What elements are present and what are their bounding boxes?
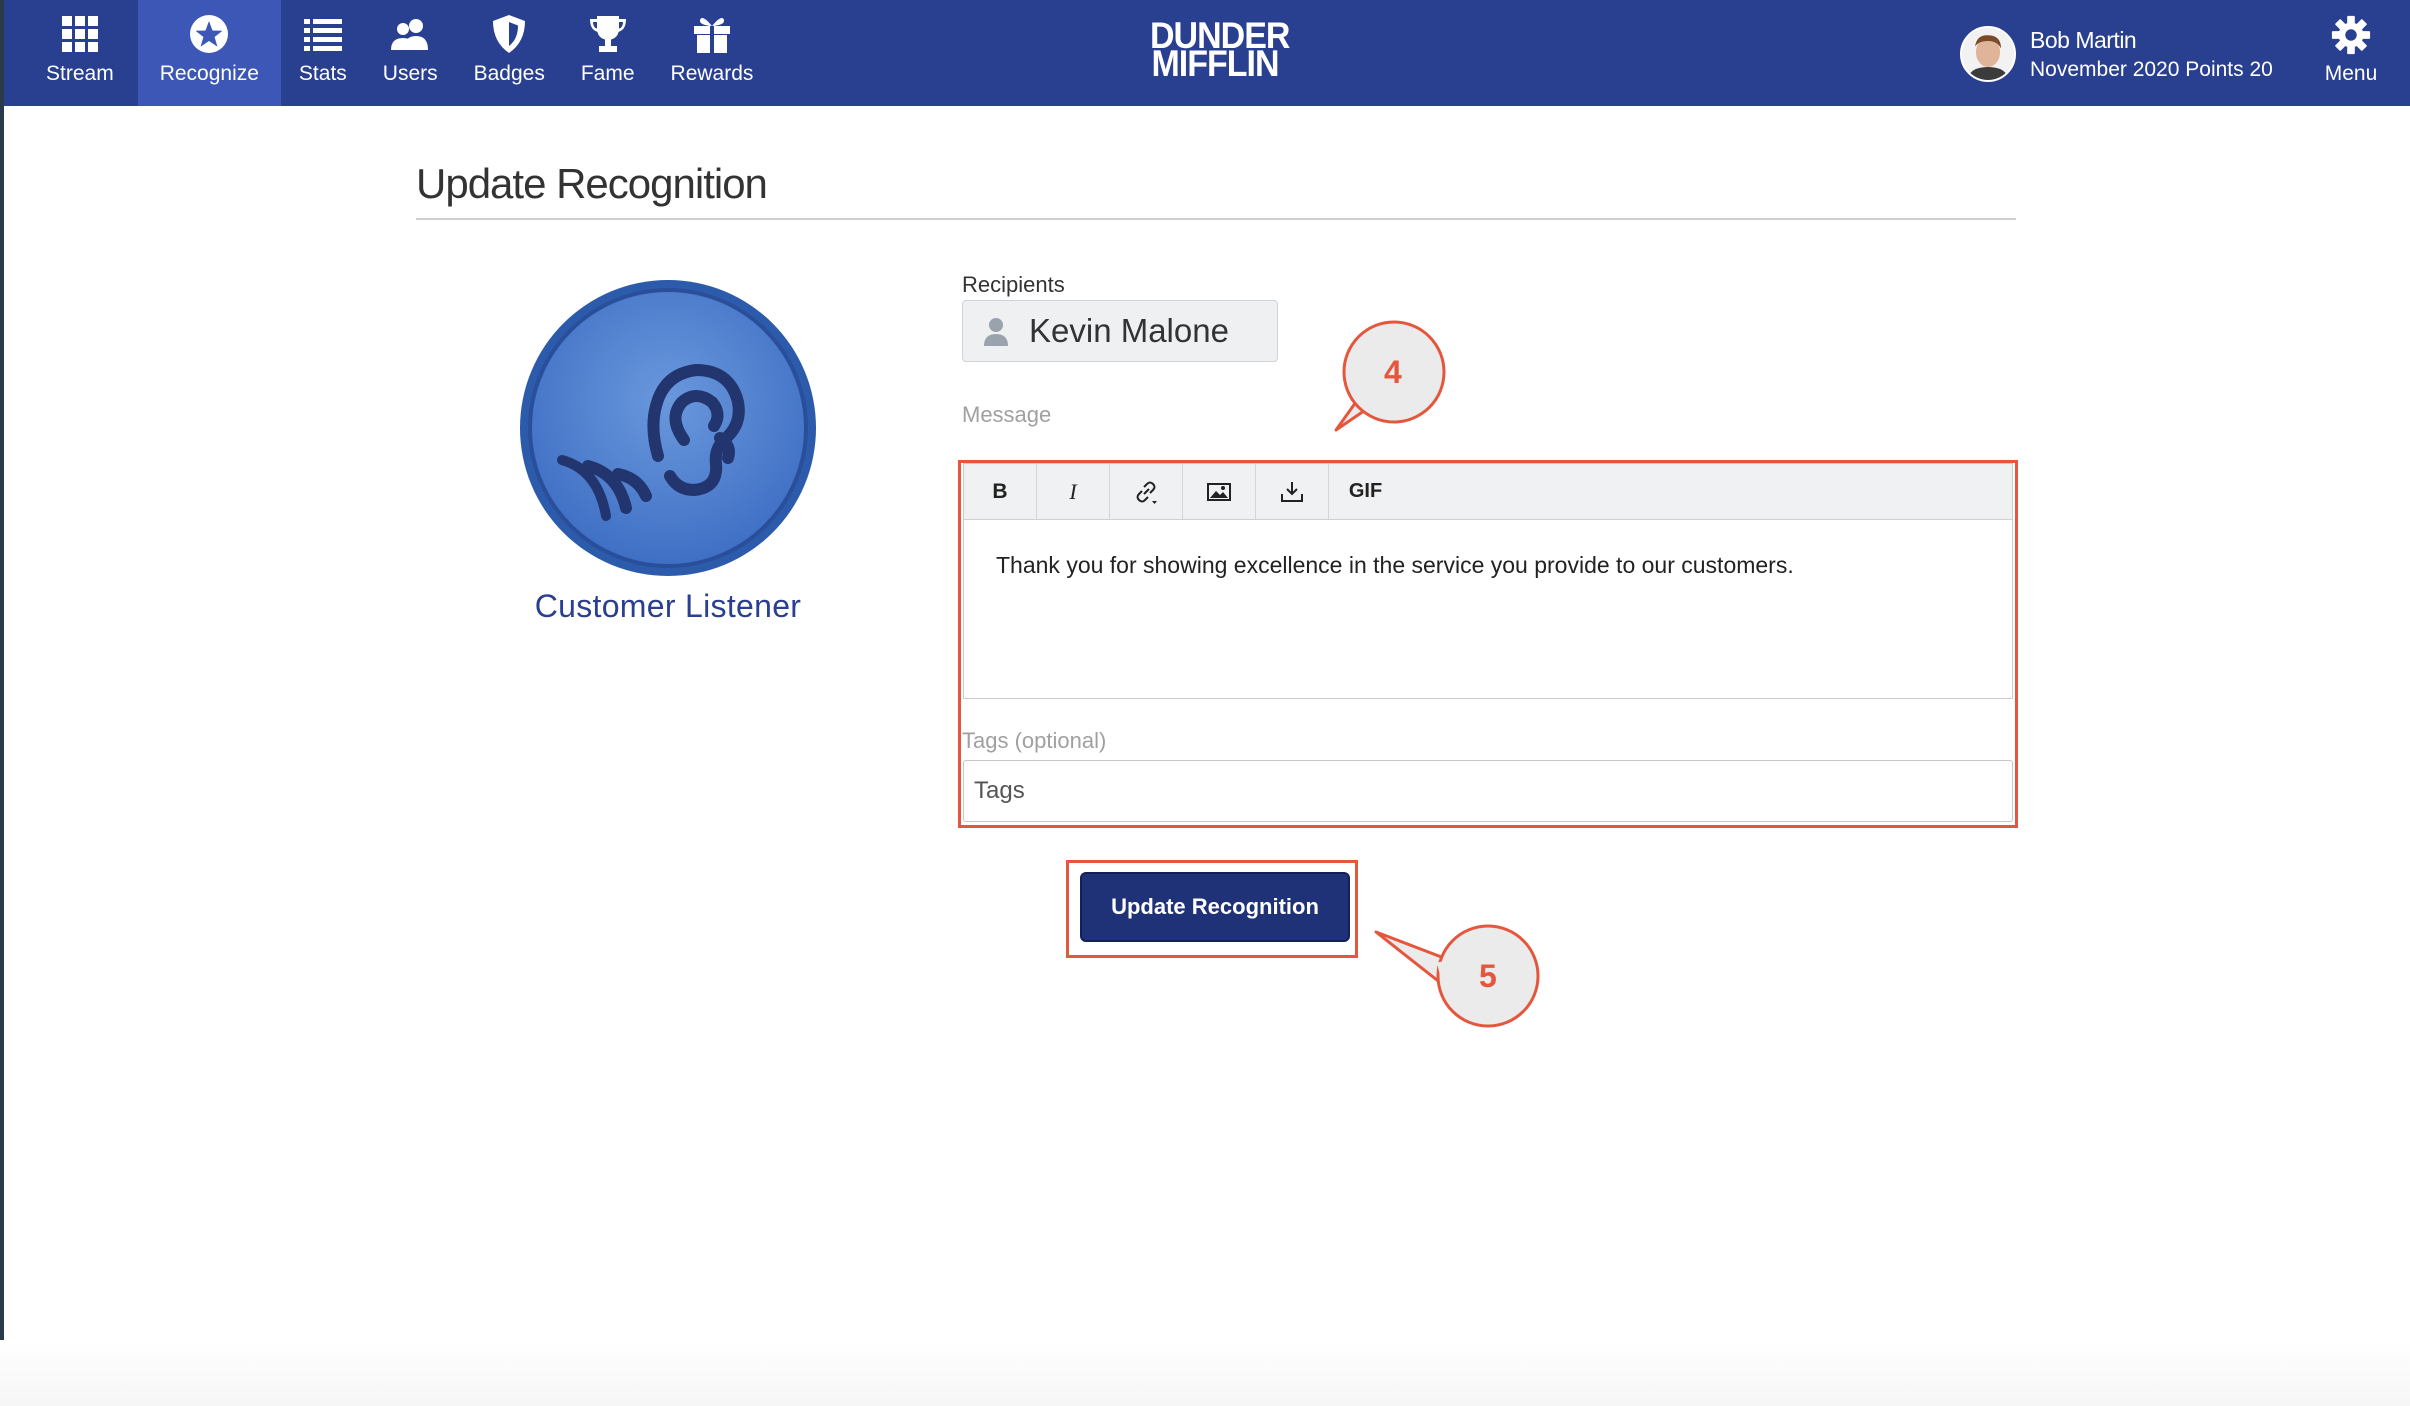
person-icon (983, 316, 1009, 346)
callout-5: 5 (1372, 922, 1544, 1032)
callout-number: 5 (1479, 958, 1497, 994)
nav-stats[interactable]: Stats (281, 0, 365, 106)
badge-image (518, 278, 818, 578)
nav-label: Badges (473, 62, 545, 85)
window-edge (0, 0, 4, 1406)
shield-icon (487, 12, 531, 56)
callout-4: 4 (1330, 318, 1460, 438)
trophy-icon (586, 12, 630, 56)
nav-fame[interactable]: Fame (563, 0, 653, 106)
nav-badges[interactable]: Badges (456, 0, 563, 106)
recipients-label: Recipients (962, 272, 1065, 297)
list-icon (301, 12, 345, 56)
grid-icon (58, 12, 102, 56)
gear-icon (2330, 14, 2372, 62)
nav-stream[interactable]: Stream (4, 0, 138, 106)
highlight-box-editor (958, 460, 2018, 828)
callout-number: 4 (1384, 354, 1402, 390)
gift-icon (690, 12, 734, 56)
update-recognition-button[interactable]: Update Recognition (1080, 872, 1350, 942)
page-bottom (0, 1340, 2410, 1406)
badge-name: Customer Listener (534, 588, 802, 624)
ear-sound-icon (520, 280, 816, 576)
nav-users[interactable]: Users (365, 0, 456, 106)
title-divider (416, 218, 2016, 220)
user-name: Bob Martin (2030, 26, 2137, 53)
nav-label: Stats (298, 62, 347, 85)
nav-recognize[interactable]: Recognize (137, 0, 281, 106)
user-profile[interactable]: Bob Martin November 2020 Points 20 (1960, 24, 2273, 84)
recipient-name: Kevin Malone (1029, 312, 1229, 349)
nav-rewards[interactable]: Rewards (653, 0, 772, 106)
menu-label: Menu (2324, 62, 2378, 85)
avatar[interactable] (1960, 26, 2016, 82)
company-logo[interactable]: DUNDER MIFFLIN (1150, 17, 1290, 84)
message-label: Message (962, 402, 1052, 427)
menu-button[interactable]: Menu (2306, 0, 2396, 106)
nav-label: Recognize (159, 62, 259, 85)
recipient-chip[interactable]: Kevin Malone (962, 300, 1278, 362)
nav-label: Stream (46, 62, 114, 85)
nav-label: Fame (580, 62, 635, 85)
nav-label: Rewards (670, 62, 754, 85)
nav-label: Users (382, 62, 438, 85)
users-icon (388, 12, 432, 56)
page-title: Update Recognition (416, 160, 768, 207)
star-circle-icon (187, 12, 231, 56)
user-points: November 2020 Points 20 (2030, 57, 2273, 81)
